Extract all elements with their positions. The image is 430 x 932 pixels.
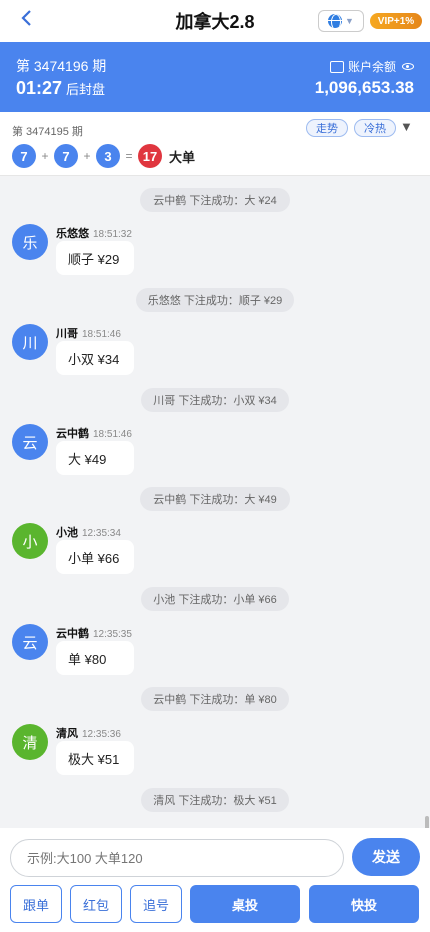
period-bar: 第 3474196 期 01:27 后封盘 账户余额 1,096,653.38 [0,42,430,112]
user-name: 乐悠悠 18:51:32 [56,225,132,241]
message-bubble: 单 ¥80 [56,641,134,675]
balance-label: 账户余额 [347,60,396,74]
bottom-bar: 发送 跟单 红包 追号 桌投 快投 [0,828,430,932]
avatar-initial: 川 [22,334,38,352]
result-ball: 7 [12,144,36,168]
language-selector[interactable]: ▼ [318,10,364,32]
user-name: 清风 12:35:36 [56,725,121,741]
avatar[interactable]: 乐 [12,224,48,260]
chat-area[interactable]: 云中鹤 下注成功：大 ¥24 乐 乐悠悠 18:51:32 顺子 ¥29 乐悠悠 … [0,176,430,828]
plus-sign: + [41,149,49,163]
message-time: 12:35:35 [93,629,132,640]
countdown: 01:27 后封盘 [16,78,105,99]
result-type: 大单 [169,149,196,165]
red-packet-button[interactable]: 红包 [70,885,122,923]
result-ball: 7 [54,144,78,168]
message-bubble: 小单 ¥66 [56,540,134,574]
system-message: 云中鹤 下注成功：单 ¥80 [141,687,289,711]
message-time: 12:35:36 [82,729,121,740]
caret-down-icon: ▼ [345,16,354,26]
user-name-text: 乐悠悠 [56,228,89,240]
table-bet-button[interactable]: 桌投 [190,885,300,923]
user-name: 川哥 18:51:46 [56,325,121,341]
countdown-label: 后封盘 [66,82,106,97]
last-issue: 第 3474195 期 [12,126,83,138]
user-name: 云中鹤 18:51:46 [56,425,132,441]
avatar[interactable]: 清 [12,724,48,760]
account-balance: 1,096,653.38 [314,78,414,97]
system-message: 云中鹤 下注成功：大 ¥24 [140,188,290,212]
scrollbar-thumb[interactable] [425,816,429,828]
vip-badge[interactable]: VIP+1% [370,13,422,29]
avatar-initial: 小 [22,533,38,551]
triangle-down-icon[interactable]: ▼ [400,119,413,134]
avatar[interactable]: 云 [12,624,48,660]
message-bubble: 顺子 ¥29 [56,241,134,275]
avatar-initial: 云 [22,434,38,452]
system-message: 云中鹤 下注成功：大 ¥49 [140,487,290,511]
user-name-text: 川哥 [56,328,78,340]
trend-button[interactable]: 走势 [306,119,348,137]
bet-input[interactable] [10,839,344,877]
page-title: 加拿大2.8 [175,12,255,32]
system-message: 川哥 下注成功：小双 ¥34 [141,388,289,412]
message-time: 12:35:34 [82,528,121,539]
message-time: 18:51:46 [93,429,132,440]
result-numbers: 7 + 7 + 3 = 17 大单 [12,144,195,168]
user-name: 小池 12:35:34 [56,524,121,540]
equals-sign: = [125,149,133,163]
message-time: 18:51:32 [93,229,132,240]
message-bubble: 极大 ¥51 [56,741,134,775]
avatar[interactable]: 小 [12,523,48,559]
system-message: 乐悠悠 下注成功：顺子 ¥29 [136,288,294,312]
message-time: 18:51:46 [82,329,121,340]
chase-button[interactable]: 追号 [130,885,182,923]
avatar-initial: 乐 [22,234,38,252]
result-ball: 3 [96,144,120,168]
wallet-icon [329,60,344,73]
avatar-initial: 清 [22,734,38,752]
result-total: 17 [138,144,162,168]
hot-cold-button[interactable]: 冷热 [354,119,396,137]
system-message: 小池 下注成功：小单 ¥66 [141,587,289,611]
countdown-time: 01:27 [16,78,63,98]
eye-icon[interactable] [402,63,414,70]
last-result: 第 3474195 期 7 + 7 + 3 = 17 大单 走势 冷热 ▼ [0,112,430,176]
follow-button[interactable]: 跟单 [10,885,62,923]
globe-icon [328,14,343,28]
top-bar: 加拿大2.8 ▼ VIP+1% [0,0,430,42]
balance-label-row: 账户余额 [329,58,414,75]
avatar[interactable]: 云 [12,424,48,460]
message-bubble: 小双 ¥34 [56,341,134,375]
avatar-initial: 云 [22,634,38,652]
user-name-text: 清风 [56,728,78,740]
user-name-text: 云中鹤 [56,428,89,440]
system-message: 清风 下注成功：极大 ¥51 [141,788,289,812]
avatar[interactable]: 川 [12,324,48,360]
chevron-left-icon[interactable] [14,8,38,34]
current-issue: 第 3474196 期 [16,58,107,74]
user-name-text: 云中鹤 [56,628,89,640]
user-name-text: 小池 [56,527,78,539]
quick-bet-button[interactable]: 快投 [309,885,419,923]
user-name: 云中鹤 12:35:35 [56,625,132,641]
message-bubble: 大 ¥49 [56,441,134,475]
send-button[interactable]: 发送 [352,838,420,876]
plus-sign: + [83,149,91,163]
